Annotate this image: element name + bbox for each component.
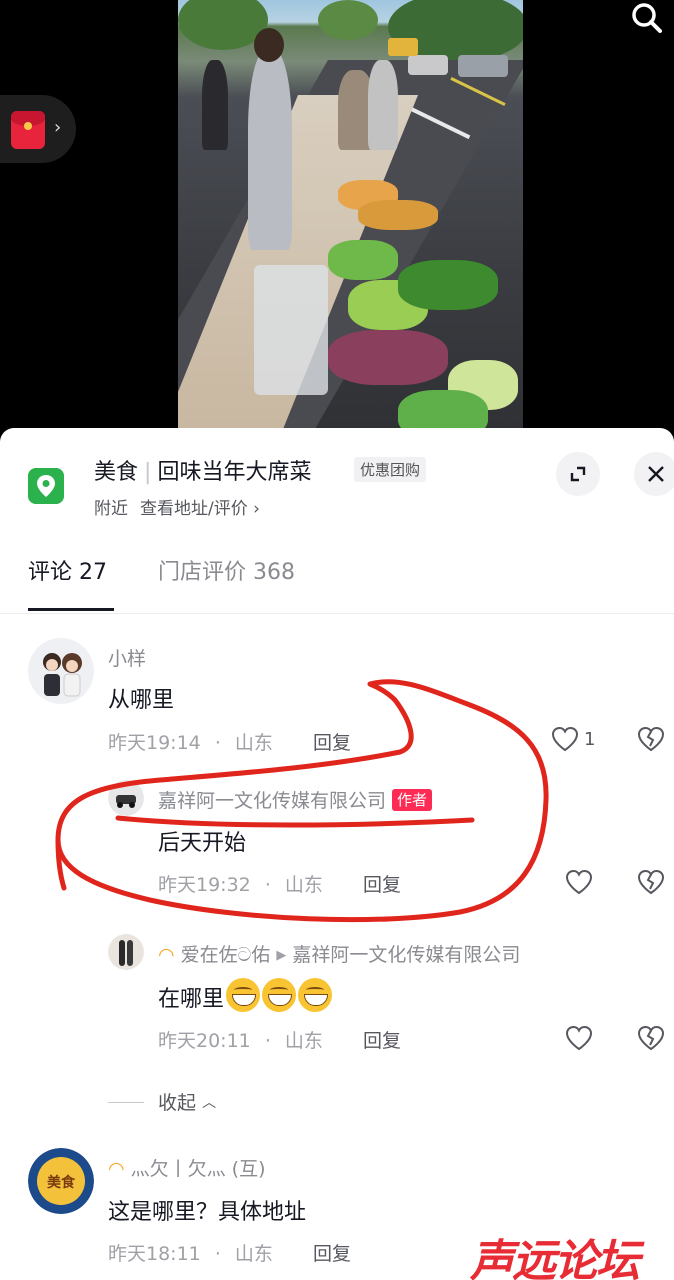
comment-location: 山东 [234,1243,273,1265]
close-button[interactable] [634,452,674,496]
poi-subline[interactable]: 附近 查看地址/评价 › [94,494,260,519]
comment-time: 昨天19:14 [108,732,201,754]
red-envelope-icon [11,111,45,149]
comment-time: 昨天19:32 [158,874,251,896]
avatar[interactable]: 美食 [28,1148,94,1214]
chevron-right-icon: › [54,117,62,138]
broken-heart-icon[interactable] [636,724,666,754]
group-buy-badge[interactable]: 优惠团购 [354,457,427,482]
comment-username[interactable]: ◠ 爱在佐ට佑 ▶ 嘉祥阿一文化传媒有限公司 [158,940,520,967]
grin-emoji-icon [298,978,333,1012]
poi-distance: 附近 [94,499,128,519]
reply-arrow-icon: ▶ [276,948,287,963]
comment-time: 昨天20:11 [158,1030,251,1052]
comment-text: 在哪里 [158,978,333,1013]
comment-location: 山东 [284,1030,323,1052]
grin-emoji-icon [262,978,297,1012]
poi-title[interactable]: 美食 | 回味当年大席菜 [94,454,311,486]
collapse-replies-button[interactable]: 收起 ︿ [108,1088,216,1115]
comment-text: 后天开始 [158,831,247,856]
reply-button[interactable]: 回复 [363,1030,401,1052]
comment-location: 山东 [234,732,273,754]
watermark: 声远论坛 [470,1236,640,1280]
poi-header[interactable]: 美食 | 回味当年大席菜 优惠团购 附近 查看地址/评价 › [0,428,674,528]
broken-heart-icon[interactable] [636,1023,666,1053]
poi-name: 回味当年大席菜 [157,460,312,485]
grin-emoji-icon [226,978,261,1012]
comment-username[interactable]: 小样 [108,644,146,671]
comment-text: 从哪里 [108,688,175,713]
avatar[interactable] [108,780,144,816]
author-badge: 作者 [392,789,433,811]
reply-button[interactable]: 回复 [313,1243,351,1265]
comment-meta: 昨天19:32 · 山东 回复 [158,874,401,896]
svg-text:美食: 美食 [47,1174,76,1191]
search-icon[interactable] [626,0,670,40]
rainbow-icon: ◠ [158,944,175,966]
expand-button[interactable] [556,452,600,496]
comment-meta: 昨天18:11 · 山东 回复 [108,1243,351,1265]
reply-button[interactable]: 回复 [313,732,351,754]
tab-bar: 评论 27 门店评价 368 [0,550,674,614]
avatar[interactable] [108,934,144,970]
red-packet-button[interactable]: › [0,95,76,163]
avatar[interactable] [28,638,94,704]
chevron-right-icon: › [253,499,260,519]
comment-username[interactable]: ◠ 灬欠丨欠灬 (互) [108,1154,266,1181]
reply-to-user[interactable]: 嘉祥阿一文化传媒有限公司 [292,944,520,966]
poi-category: 美食 [94,460,139,485]
comment-location: 山东 [284,874,323,896]
location-pin-icon [28,468,64,504]
comment-time: 昨天18:11 [108,1243,201,1265]
tab-store-reviews[interactable]: 门店评价 368 [158,554,295,586]
comment-meta: 昨天20:11 · 山东 回复 [158,1030,401,1052]
like-count: 1 [584,729,596,750]
broken-heart-icon[interactable] [636,867,666,897]
chevron-up-icon: ︿ [202,1095,217,1111]
video-frame [178,0,523,440]
heart-icon[interactable] [550,724,580,754]
comment-panel: 美食 | 回味当年大席菜 优惠团购 附近 查看地址/评价 › 评论 27 门店评价 3… [0,428,674,1280]
comment-username[interactable]: 嘉祥阿一文化传媒有限公司 作者 [158,786,433,813]
view-address-link[interactable]: 查看地址/评价 [140,499,248,519]
reply-button[interactable]: 回复 [363,874,401,896]
heart-icon[interactable] [564,1023,594,1053]
comment-meta: 昨天19:14 · 山东 回复 [108,732,351,754]
comment-text: 这是哪里？具体地址 [108,1200,307,1225]
video-player[interactable]: › [0,0,674,440]
heart-icon[interactable] [564,867,594,897]
rainbow-icon: ◠ [108,1158,125,1180]
tab-comments[interactable]: 评论 27 [28,554,107,586]
tab-active-indicator [28,608,114,611]
divider [108,1102,144,1103]
